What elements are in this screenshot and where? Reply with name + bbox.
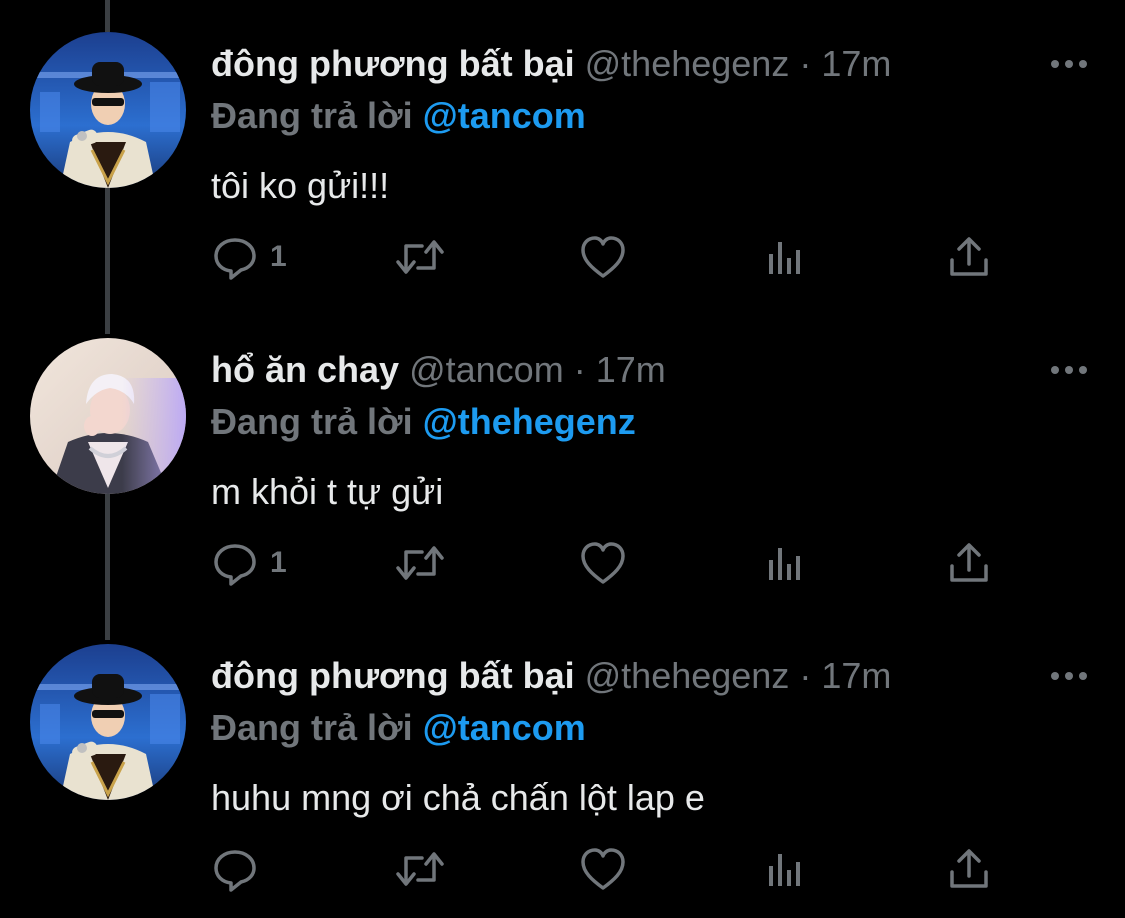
- share-icon: [944, 844, 994, 894]
- replying-to-label: Đang trả lời: [211, 401, 413, 442]
- more-icon[interactable]: [1049, 666, 1089, 686]
- tweet-header: hổ ăn chay @tancom · 17m: [211, 348, 666, 392]
- share-button[interactable]: [944, 538, 994, 588]
- replying-to-handle[interactable]: @tancom: [423, 707, 586, 748]
- replying-to: Đang trả lời @tancom: [211, 94, 586, 138]
- tweet-text: huhu mng ơi chả chấn lột lap e: [211, 777, 705, 818]
- separator: ·: [799, 655, 812, 696]
- retweet-button[interactable]: [392, 232, 448, 282]
- more-icon[interactable]: [1049, 360, 1089, 380]
- avatar[interactable]: [30, 32, 186, 188]
- retweet-button[interactable]: [392, 844, 448, 894]
- username[interactable]: @thehegenz: [585, 655, 790, 696]
- username[interactable]: @tancom: [409, 349, 564, 390]
- views-button[interactable]: [762, 844, 812, 894]
- share-button[interactable]: [944, 232, 994, 282]
- reply-icon: [210, 232, 260, 282]
- reply-icon: [210, 538, 260, 588]
- retweet-icon: [392, 232, 448, 282]
- tweet[interactable]: hổ ăn chay @tancom · 17m Đang trả lời @t…: [0, 338, 1125, 618]
- retweet-icon: [392, 538, 448, 588]
- replying-to-label: Đang trả lời: [211, 95, 413, 136]
- replying-to-handle[interactable]: @tancom: [423, 95, 586, 136]
- replying-to: Đang trả lời @tancom: [211, 706, 586, 750]
- tweet-text: m khỏi t tự gửi: [211, 471, 444, 512]
- action-bar: [210, 844, 1010, 894]
- separator: ·: [799, 43, 812, 84]
- timestamp[interactable]: 17m: [821, 655, 891, 696]
- tweet[interactable]: đông phương bất bại @thehegenz · 17m Đan…: [0, 32, 1125, 312]
- share-icon: [944, 232, 994, 282]
- retweet-button[interactable]: [392, 538, 448, 588]
- avatar[interactable]: [30, 338, 186, 494]
- action-bar: 1: [210, 538, 1010, 588]
- separator: ·: [573, 349, 586, 390]
- thread-connector-top: [105, 0, 110, 32]
- views-icon: [762, 538, 812, 588]
- views-button[interactable]: [762, 538, 812, 588]
- heart-icon: [578, 232, 628, 282]
- share-icon: [944, 538, 994, 588]
- tweet-header: đông phương bất bại @thehegenz · 17m: [211, 654, 891, 698]
- replying-to: Đang trả lời @thehegenz: [211, 400, 636, 444]
- tweet[interactable]: đông phương bất bại @thehegenz · 17m Đan…: [0, 644, 1125, 918]
- share-button[interactable]: [944, 844, 994, 894]
- username[interactable]: @thehegenz: [585, 43, 790, 84]
- like-button[interactable]: [578, 844, 628, 894]
- replying-to-label: Đang trả lời: [211, 707, 413, 748]
- display-name[interactable]: đông phương bất bại: [211, 43, 575, 84]
- display-name[interactable]: hổ ăn chay: [211, 349, 399, 390]
- reply-icon: [210, 844, 260, 894]
- avatar[interactable]: [30, 644, 186, 800]
- views-button[interactable]: [762, 232, 812, 282]
- reply-button[interactable]: [210, 844, 270, 894]
- replying-to-handle[interactable]: @thehegenz: [423, 401, 636, 442]
- reply-button[interactable]: 1: [210, 232, 287, 282]
- views-icon: [762, 232, 812, 282]
- views-icon: [762, 844, 812, 894]
- reply-button[interactable]: 1: [210, 538, 287, 588]
- display-name[interactable]: đông phương bất bại: [211, 655, 575, 696]
- like-button[interactable]: [578, 538, 628, 588]
- action-bar: 1: [210, 232, 1010, 282]
- heart-icon: [578, 844, 628, 894]
- timestamp[interactable]: 17m: [596, 349, 666, 390]
- reply-count: 1: [270, 546, 287, 579]
- tweet-text: tôi ko gửi!!!: [211, 165, 390, 206]
- like-button[interactable]: [578, 232, 628, 282]
- retweet-icon: [392, 844, 448, 894]
- more-icon[interactable]: [1049, 54, 1089, 74]
- tweet-header: đông phương bất bại @thehegenz · 17m: [211, 42, 891, 86]
- reply-count: 1: [270, 240, 287, 273]
- timestamp[interactable]: 17m: [821, 43, 891, 84]
- heart-icon: [578, 538, 628, 588]
